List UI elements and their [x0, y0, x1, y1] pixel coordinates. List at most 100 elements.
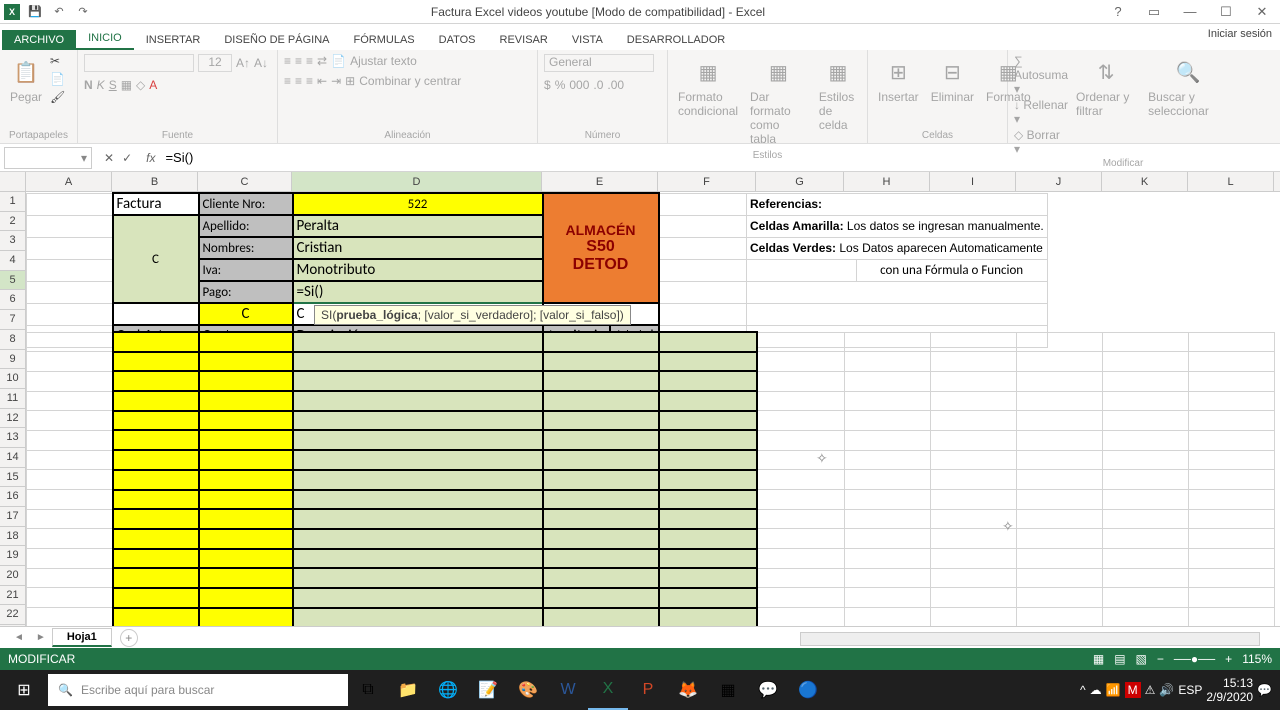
- cell-iva-label[interactable]: Iva:: [199, 259, 293, 281]
- cell-c-small[interactable]: C: [199, 303, 293, 325]
- cell-cliente-label[interactable]: Cliente Nro:: [199, 193, 293, 215]
- cell-desc-row[interactable]: [293, 549, 543, 569]
- minimize-icon[interactable]: —: [1176, 2, 1204, 22]
- taskbar-search[interactable]: 🔍 Escribe aquí para buscar: [48, 674, 348, 706]
- row-18[interactable]: 18: [0, 527, 25, 547]
- row-2[interactable]: 2: [0, 212, 25, 232]
- cell-cant-row[interactable]: [199, 371, 293, 391]
- maximize-icon[interactable]: ☐: [1212, 2, 1240, 22]
- row-15[interactable]: 15: [0, 468, 25, 488]
- cell-total-row[interactable]: [659, 411, 757, 431]
- cell-desc-row[interactable]: [293, 529, 543, 549]
- taskview-icon[interactable]: ⧉: [348, 670, 388, 710]
- help-icon[interactable]: ?: [1104, 2, 1132, 22]
- zoom-in-icon[interactable]: +: [1225, 652, 1232, 666]
- cell-cant-row[interactable]: [199, 529, 293, 549]
- cell-cod-row[interactable]: [113, 430, 199, 450]
- tray-lang[interactable]: ESP: [1178, 683, 1202, 697]
- cell-total-row[interactable]: [659, 568, 757, 588]
- row-4[interactable]: 4: [0, 251, 25, 271]
- row-10[interactable]: 10: [0, 369, 25, 389]
- cell-cant-row[interactable]: [199, 411, 293, 431]
- cell-cod-row[interactable]: [113, 470, 199, 490]
- row-3[interactable]: 3: [0, 231, 25, 251]
- tray-icon[interactable]: M: [1125, 682, 1141, 698]
- col-C[interactable]: C: [198, 172, 292, 191]
- cell-iva-val[interactable]: Monotributo: [293, 259, 543, 281]
- ribbon-options-icon[interactable]: ▭: [1140, 2, 1168, 22]
- tray-icon[interactable]: ☁: [1090, 683, 1102, 697]
- enter-formula-icon[interactable]: ✓: [122, 151, 132, 165]
- cell-cod-row[interactable]: [113, 411, 199, 431]
- cell-unit-row[interactable]: [543, 490, 659, 510]
- signin-link[interactable]: Iniciar sesión: [1208, 28, 1272, 40]
- app-icon[interactable]: 📝: [468, 670, 508, 710]
- tray-icon[interactable]: 📶: [1106, 683, 1121, 697]
- cell-cant-row[interactable]: [199, 391, 293, 411]
- col-L[interactable]: L: [1188, 172, 1274, 191]
- cell-pago-label[interactable]: Pago:: [199, 281, 293, 303]
- cell-cant-row[interactable]: [199, 332, 293, 352]
- sort-filter-button[interactable]: ⇅Ordenar y filtrar: [1072, 54, 1140, 120]
- excel-taskbar-icon[interactable]: X: [588, 670, 628, 710]
- row-7[interactable]: 7: [0, 310, 25, 330]
- cell-cant-row[interactable]: [199, 509, 293, 529]
- cell-total-row[interactable]: [659, 352, 757, 372]
- borrar-button[interactable]: ◇ Borrar ▾: [1014, 128, 1068, 156]
- find-select-button[interactable]: 🔍Buscar y seleccionar: [1144, 54, 1232, 120]
- cell-total-row[interactable]: [659, 588, 757, 608]
- cell-total-row[interactable]: [659, 549, 757, 569]
- cell-cant-row[interactable]: [199, 588, 293, 608]
- row-20[interactable]: 20: [0, 566, 25, 586]
- cell-unit-row[interactable]: [543, 529, 659, 549]
- table-format-button[interactable]: ▦Dar formato como tabla: [746, 54, 811, 148]
- tray-volume-icon[interactable]: 🔊: [1159, 683, 1174, 697]
- cell-total-row[interactable]: [659, 470, 757, 490]
- cond-format-button[interactable]: ▦Formato condicional: [674, 54, 742, 120]
- cell-total-row[interactable]: [659, 391, 757, 411]
- tab-inicio[interactable]: INICIO: [76, 28, 134, 50]
- row-14[interactable]: 14: [0, 448, 25, 468]
- cell-unit-row[interactable]: [543, 352, 659, 372]
- cell-total-row[interactable]: [659, 371, 757, 391]
- row-21[interactable]: 21: [0, 586, 25, 606]
- copy-icon[interactable]: 📄: [50, 72, 65, 86]
- col-G[interactable]: G: [756, 172, 844, 191]
- powerpoint-icon[interactable]: P: [628, 670, 668, 710]
- cell-styles-button[interactable]: ▦Estilos de celda: [815, 54, 861, 134]
- tray-icon[interactable]: ⚠: [1145, 683, 1156, 697]
- cell-cant-row[interactable]: [199, 430, 293, 450]
- cell-unit-row[interactable]: [543, 332, 659, 352]
- cell-unit-row[interactable]: [543, 509, 659, 529]
- cell-cliente-val[interactable]: 522: [293, 193, 543, 215]
- cell-cant-row[interactable]: [199, 568, 293, 588]
- cell-desc-row[interactable]: [293, 509, 543, 529]
- tab-vista[interactable]: VISTA: [560, 30, 615, 50]
- cell-cod-row[interactable]: [113, 450, 199, 470]
- tab-datos[interactable]: DATOS: [427, 30, 488, 50]
- col-I[interactable]: I: [930, 172, 1016, 191]
- tab-insertar[interactable]: INSERTAR: [134, 30, 213, 50]
- firefox-icon[interactable]: 🦊: [668, 670, 708, 710]
- explorer-icon[interactable]: 📁: [388, 670, 428, 710]
- brush-icon[interactable]: 🖌: [50, 90, 65, 104]
- col-E[interactable]: E: [542, 172, 658, 191]
- add-sheet-icon[interactable]: +: [120, 629, 138, 647]
- cell-unit-row[interactable]: [543, 588, 659, 608]
- horizontal-scrollbar[interactable]: [800, 632, 1260, 646]
- row-9[interactable]: 9: [0, 350, 25, 370]
- view-layout-icon[interactable]: ▤: [1114, 652, 1125, 666]
- row-13[interactable]: 13: [0, 428, 25, 448]
- col-K[interactable]: K: [1102, 172, 1188, 191]
- rellenar-button[interactable]: ↓ Rellenar ▾: [1014, 98, 1068, 126]
- cut-icon[interactable]: ✂: [50, 54, 65, 68]
- cell-cod-row[interactable]: [113, 371, 199, 391]
- cell-total-row[interactable]: [659, 608, 757, 626]
- cell-cod-row[interactable]: [113, 549, 199, 569]
- zoom-level[interactable]: 115%: [1242, 652, 1272, 666]
- tab-archivo[interactable]: ARCHIVO: [2, 30, 76, 50]
- word-icon[interactable]: W: [548, 670, 588, 710]
- row-8[interactable]: 8: [0, 330, 25, 350]
- col-A[interactable]: A: [26, 172, 112, 191]
- cell-desc-row[interactable]: [293, 470, 543, 490]
